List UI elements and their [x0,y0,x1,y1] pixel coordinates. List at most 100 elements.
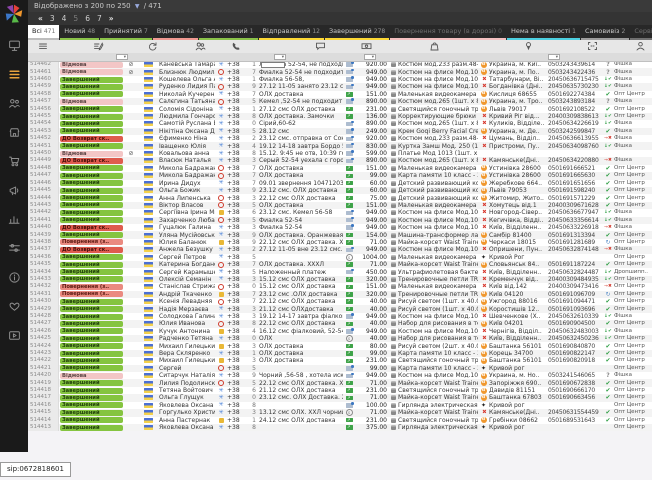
address-icon[interactable] [523,41,534,52]
order-row[interactable]: 514426 Завершений Кучук Антонина +38 4 1… [28,328,652,335]
order-row[interactable]: 514451 Завершений Іващенко Юлія ✳ +38 4 … [28,142,652,149]
order-row[interactable]: 514439 Завершений Уляна Мусійовська ✳ +3… [28,231,652,238]
order-row[interactable]: 514418 Завершений Тетяна Войтович ✳ +38 … [28,387,652,394]
order-row[interactable]: 514455 Завершений Людмила Гончарова ✳ +3… [28,113,652,120]
order-row[interactable]: 514445 Завершений Ольга Божик ✳ +38 9 23… [28,187,652,194]
orders-list-icon[interactable] [38,41,49,52]
address-filter-dropdown[interactable]: ▾ [548,54,560,60]
tab-Всі[interactable]: Всі471 [28,25,59,40]
sidebar-item-stats-icon[interactable] [0,205,28,234]
order-row[interactable]: 514429 Завершений Надія Мерзаєва ✳ +38 3… [28,305,652,312]
order-row[interactable]: 514419 Завершений Лилия Подолинская +38 … [28,379,652,386]
tab-Відмова[interactable]: Відмова42 [153,25,198,40]
comments-icon[interactable] [315,41,326,52]
refresh-icon[interactable] [147,41,158,52]
order-row[interactable]: 514456 Завершений Соломія Сідоніна ✳ +38… [28,105,652,112]
order-row[interactable]: 514423 Завершений Вера Скляренко ✳ +38 1… [28,350,652,357]
phone-filter-dropdown[interactable]: ▾ [274,54,286,60]
order-row[interactable]: 514437 ДО Возврат ск.. Анжела Безушку ✳ … [28,246,652,253]
order-row[interactable]: 514417 Завершений Ольга Глущук ✳ +38 0 2… [28,394,652,401]
page-button[interactable]: 6 [85,12,90,25]
sidebar-item-care-icon[interactable] [0,292,28,321]
products-icon[interactable] [429,41,440,52]
sidebar-item-clients-icon[interactable] [0,89,28,118]
order-row[interactable]: 514453 Завершений Нікітіна Оксана Дми.. … [28,128,652,135]
order-row[interactable]: 514413 Завершений Яковлева Оксана ✳ +38 … [28,424,652,431]
order-row[interactable]: 514424 Завершений Михаил Гилецький +38 3… [28,342,652,349]
edit-status-icon[interactable] [93,41,104,52]
tracking-number: 0501691598240 [548,187,602,194]
page-button[interactable]: 5 [73,12,78,25]
order-row[interactable]: 514433 Завершений Олексій Семанін ✳ +38 … [28,276,652,283]
order-row[interactable]: 514436 Завершений Сергей Петров ✳ +38 5 … [28,254,652,261]
order-row[interactable]: 514432 Повернення (з.. Станіслав Стрижак… [28,283,652,290]
order-row[interactable]: 514449 ДО Возврат ск.. Власюк Наталья ✳ … [28,157,652,164]
sidebar-item-sliders-icon[interactable] [0,234,28,263]
order-row[interactable]: 514430 Завершений Ксенія Левадняя +38 7 … [28,298,652,305]
order-row[interactable]: 514440 ДО Возврат ск.. Гуцалюк Галина ✳ … [28,224,652,231]
tab-Запакований[interactable]: Запакований1 [199,25,258,40]
order-row[interactable]: 514421 Завершений Сергей +38 5 99.00 Кар… [28,365,652,372]
sidebar-item-cart-icon[interactable] [0,147,28,176]
order-row[interactable]: 514443 Завершений Віктор Власов +38 5 ОЛ… [28,202,652,209]
tracking-icon[interactable] [587,41,598,52]
sidebar-item-monitor-icon[interactable] [0,31,28,60]
tab-Відправлений[interactable]: Відправлений12 [259,25,324,40]
clients-icon[interactable] [195,41,206,52]
order-row[interactable]: 514460 Завершений Кошелева Ольга Ар.. ✳ … [28,76,652,83]
last-page-button[interactable]: » [109,12,114,25]
order-row[interactable]: 514457 Відмова Салєгина Татьяна С.. +38 … [28,98,652,105]
tab-Новий[interactable]: Новий48 [60,25,99,40]
order-row[interactable]: 514454 Завершений Самотій Руслана Во.. ✳… [28,120,652,127]
sidebar-item-store-icon[interactable] [0,118,28,147]
order-row[interactable]: 514442 Завершений Сергіївна Ірина Ми.. +… [28,209,652,216]
order-row[interactable]: 514447 Завершений Микола Бадражан +38 7 … [28,172,652,179]
sales-channel-icon [218,365,224,371]
order-row[interactable]: 514431 Повернення (з.. Андрій Ткаченко +… [28,291,652,298]
order-row[interactable]: 514461 Відмова ⊘ Близнюк Людмила .. +38 … [28,68,652,75]
order-row[interactable]: 514462 Відмова ⊘ Каневська Тамара .. ✳ +… [28,61,652,68]
order-row[interactable]: 514416 Завершений Яковлева Оксана ✳ +38 … [28,402,652,409]
order-row[interactable]: 514434 Завершений Сергей Карамышев ✳ +38… [28,268,652,275]
phone-edit-box[interactable] [261,62,285,68]
order-row[interactable]: 514459 Завершений Руденко Лидия Пав.. +3… [28,83,652,90]
order-row[interactable]: 514415 Завершений Горгулько Христина.. ✳… [28,409,652,416]
tab-Прийнятий[interactable]: Прийнятий7 [100,25,152,40]
order-row[interactable]: 514448 Завершений Микола Бадражан +38 7 … [28,165,652,172]
page-button[interactable]: 3 [50,12,55,25]
page-button[interactable]: 4 [62,12,67,25]
payment-icon[interactable] [361,41,372,52]
order-row[interactable]: 514446 Завершений Ирина Дидух ✳ +38 7 09… [28,180,652,187]
order-row[interactable]: 514452 ДО Возврат ск.. Єфименко Ніна ✳ +… [28,135,652,142]
phone-icon[interactable] [231,41,242,52]
sidebar-item-video-icon[interactable] [0,321,28,350]
app-logo[interactable] [3,3,25,25]
sidebar-item-megaphone-icon[interactable] [0,176,28,205]
sidebar-item-info-icon[interactable] [0,263,28,292]
order-row[interactable]: 514450 Відмова ⊘ Ковальова анна ✳ +38 8 … [28,150,652,157]
tab-Нема в наявності[interactable]: Нема в наявності1 [507,25,580,40]
status-filter-dropdown[interactable]: ▾ [116,54,128,60]
order-row[interactable]: 514444 Завершений Анна Липенська +38 3 2… [28,194,652,201]
tab-Самовивіз[interactable]: Самовивіз2 [581,25,629,40]
tab-Повернення товару (в дорозі)[interactable]: Повернення товару (в дорозі)0 [390,25,506,40]
order-row[interactable]: 514422 Завершений Михаил Гилецький +38 3… [28,357,652,364]
tab-Сервіси[interactable]: Сервіси0 [630,25,652,40]
order-row[interactable]: 514425 Завершений Радченко Тетяна ✳ +38 … [28,335,652,342]
order-row[interactable]: 514441 Завершений Захарченко Люба +38 5 … [28,217,652,224]
order-row[interactable]: 514438 Повернення (з.. Юлия Баланюк +38 … [28,239,652,246]
first-page-button[interactable]: « [38,12,43,25]
page-button[interactable]: 7 [97,12,102,25]
order-row[interactable]: 514435 Завершений Катерина Богданова +38… [28,261,652,268]
order-row[interactable]: 514458 Завершений Николай Кучеренко ✳ +3… [28,91,652,98]
order-row[interactable]: 514428 Завершений Солодкова Галина В.. ✳… [28,313,652,320]
range-dropdown-icon[interactable]: ▼ [135,3,140,10]
manager-icon[interactable] [635,41,646,52]
customer-name: Сергей Петров [159,254,215,261]
sidebar-item-orders-icon[interactable] [0,60,28,89]
comment-filter-dropdown[interactable]: ▾ [364,54,376,60]
order-row[interactable]: 514420 Відмова Ситарчук Наталія Гр.. ✳ +… [28,372,652,379]
order-row[interactable]: 514427 Завершений Юлия Иванова +38 8 22.… [28,320,652,327]
order-row[interactable]: 514414 Завершений Анна Пастернак +38 1 2… [28,417,652,424]
tab-Завершений[interactable]: Завершений278 [325,25,389,40]
